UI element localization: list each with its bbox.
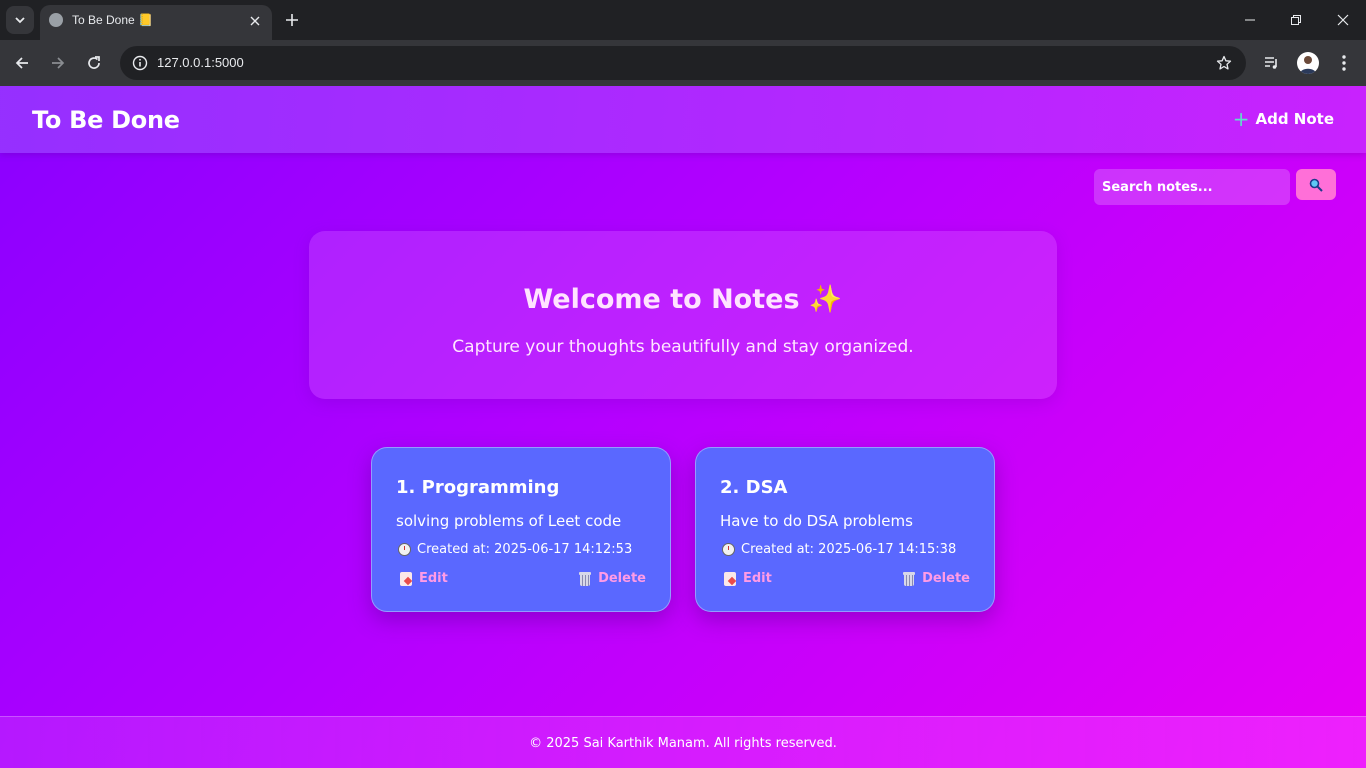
note-created-text: Created at: 2025-06-17 14:15:38 <box>741 542 957 557</box>
page-footer: © 2025 Sai Karthik Manam. All rights res… <box>0 716 1366 768</box>
address-bar[interactable]: 127.0.0.1:5000 <box>120 46 1246 80</box>
clock-icon <box>722 543 735 556</box>
add-note-label: Add Note <box>1255 110 1334 128</box>
user-avatar-icon <box>1300 56 1316 74</box>
edit-note-button[interactable]: Edit <box>724 571 772 586</box>
delete-label: Delete <box>598 571 646 586</box>
copyright-text: © 2025 Sai Karthik Manam. All rights res… <box>529 736 837 751</box>
edit-label: Edit <box>743 571 772 586</box>
close-icon <box>250 16 260 26</box>
add-note-button[interactable]: + Add Note <box>1232 107 1334 131</box>
welcome-banner: Welcome to Notes ✨ Capture your thoughts… <box>309 231 1057 399</box>
welcome-subtitle: Capture your thoughts beautifully and st… <box>452 337 914 357</box>
close-window-button[interactable] <box>1320 0 1366 40</box>
notes-page: To Be Done + Add Note Welcome to Notes ✨… <box>0 86 1366 768</box>
browser-tabstrip: To Be Done 📒 <box>0 0 1366 40</box>
media-controls-button[interactable] <box>1258 49 1286 77</box>
memo-icon <box>724 571 736 586</box>
delete-note-button[interactable]: Delete <box>903 571 970 586</box>
profile-avatar[interactable] <box>1297 52 1319 74</box>
close-icon <box>1337 14 1349 26</box>
plus-icon: + <box>1232 107 1250 131</box>
edit-label: Edit <box>419 571 448 586</box>
info-icon <box>132 55 148 71</box>
app-navbar: To Be Done + Add Note <box>0 86 1366 153</box>
delete-note-button[interactable]: Delete <box>579 571 646 586</box>
trash-icon <box>903 571 916 586</box>
chevron-down-icon <box>15 17 25 24</box>
note-title: 1. Programming <box>396 477 560 498</box>
note-card: 1. Programming solving problems of Leet … <box>371 447 671 612</box>
forward-button[interactable] <box>44 49 72 77</box>
clock-icon <box>398 543 411 556</box>
search-button[interactable] <box>1296 169 1336 200</box>
media-playlist-icon <box>1265 57 1277 69</box>
globe-icon <box>49 13 63 27</box>
browser-toolbar: 127.0.0.1:5000 <box>0 40 1366 86</box>
edit-note-button[interactable]: Edit <box>400 571 448 586</box>
tab-search-button[interactable] <box>6 6 34 34</box>
more-vertical-icon <box>1342 55 1346 71</box>
note-created-at: Created at: 2025-06-17 14:15:38 <box>722 542 956 557</box>
browser-tab[interactable]: To Be Done 📒 <box>40 5 272 40</box>
note-created-text: Created at: 2025-06-17 14:12:53 <box>417 542 633 557</box>
browser-menu-button[interactable] <box>1330 49 1358 77</box>
minimize-icon <box>1245 19 1255 21</box>
restore-icon <box>1291 15 1301 25</box>
tab-title: To Be Done 📒 <box>72 13 153 27</box>
delete-label: Delete <box>922 571 970 586</box>
reload-icon <box>88 56 100 69</box>
url-text: 127.0.0.1:5000 <box>157 55 244 70</box>
note-content: Have to do DSA problems <box>720 512 913 530</box>
reload-button[interactable] <box>80 49 108 77</box>
arrow-right-icon <box>52 57 65 69</box>
brand-logo[interactable]: To Be Done <box>32 106 180 134</box>
plus-icon <box>286 14 298 26</box>
new-tab-button[interactable] <box>281 9 303 31</box>
back-button[interactable] <box>8 49 36 77</box>
star-icon <box>1216 55 1232 70</box>
bookmark-button[interactable] <box>1212 51 1236 75</box>
minimize-button[interactable] <box>1227 0 1273 40</box>
site-info-button[interactable] <box>128 51 152 75</box>
note-created-at: Created at: 2025-06-17 14:12:53 <box>398 542 632 557</box>
welcome-title: Welcome to Notes ✨ <box>523 284 843 315</box>
arrow-left-icon <box>15 57 28 69</box>
trash-icon <box>579 571 592 586</box>
note-title: 2. DSA <box>720 477 788 498</box>
restore-button[interactable] <box>1273 0 1319 40</box>
note-card: 2. DSA Have to do DSA problems Created a… <box>695 447 995 612</box>
search-input[interactable] <box>1094 169 1290 205</box>
note-content: solving problems of Leet code <box>396 512 622 530</box>
magnifier-icon <box>1309 178 1323 192</box>
memo-icon <box>400 571 412 586</box>
tab-close-button[interactable] <box>246 12 264 30</box>
